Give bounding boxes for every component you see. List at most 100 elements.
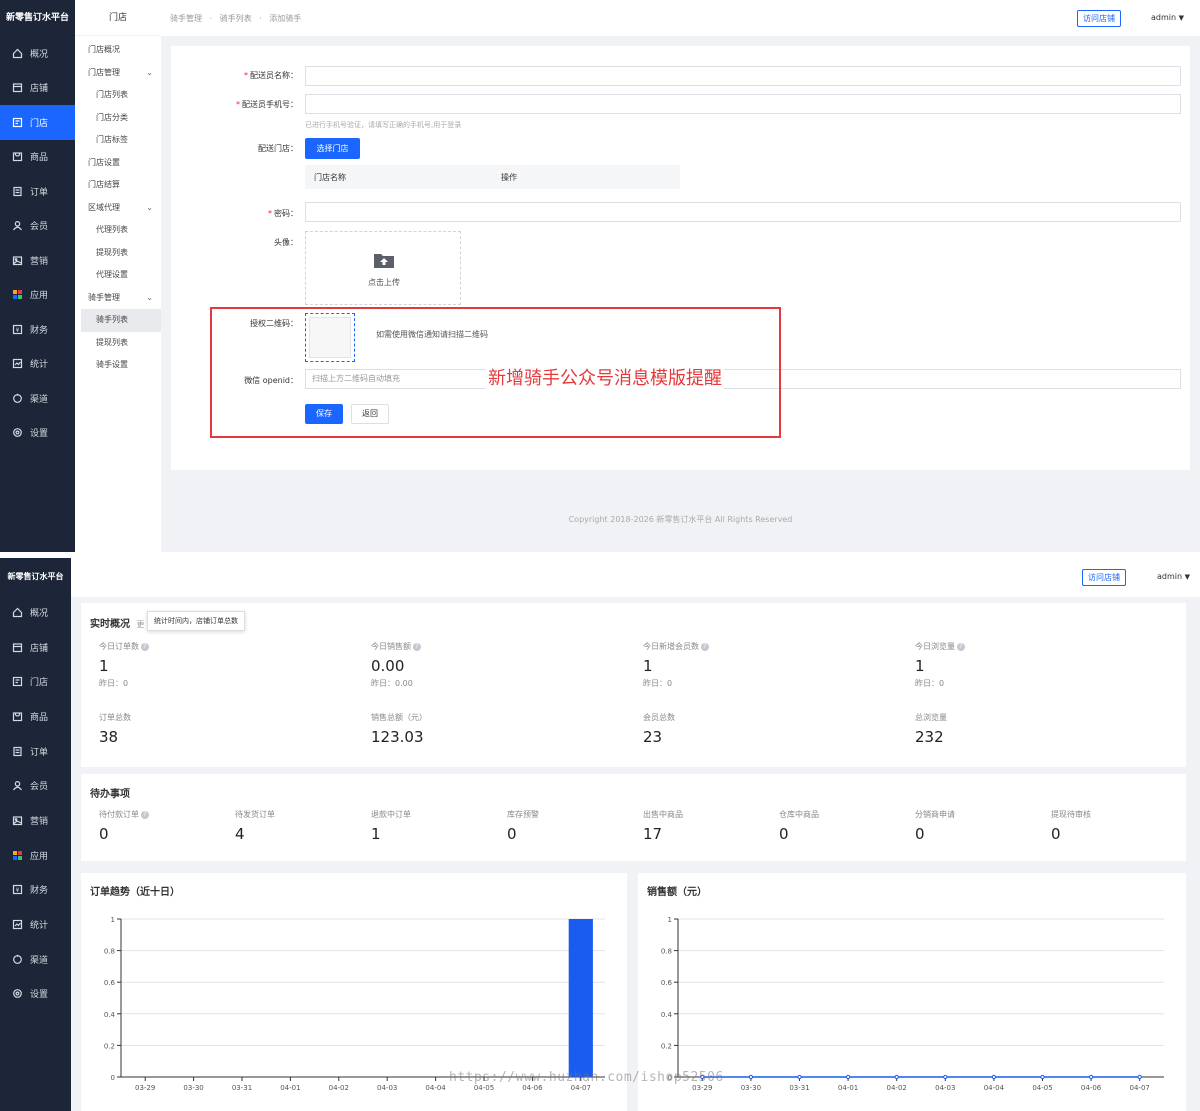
nav-item[interactable]: 渠道 <box>0 381 75 416</box>
settings-icon <box>12 427 23 438</box>
nav-item[interactable]: 门店 <box>0 664 71 699</box>
sub-nav-item[interactable]: 门店设置 <box>81 152 161 175</box>
nav-item[interactable]: 订单 <box>0 174 75 209</box>
help-icon[interactable]: ? <box>957 642 965 651</box>
stat-label: 订单总数 <box>99 713 131 722</box>
nav-item[interactable]: 设置 <box>0 977 71 1012</box>
todo-label-text: 待发货订单 <box>235 810 275 819</box>
admin-menu[interactable]: admin ▼ <box>1151 13 1184 22</box>
rider-name-input[interactable] <box>305 66 1181 86</box>
help-icon[interactable]: ? <box>141 642 149 651</box>
sub-nav-item[interactable]: 区域代理 ⌄ <box>81 197 161 220</box>
sub-nav-item[interactable]: 骑手列表 <box>81 309 161 332</box>
required-mark: * <box>236 100 240 109</box>
nav-item[interactable]: 概况 <box>0 595 71 630</box>
nav-item[interactable]: 渠道 <box>0 942 71 977</box>
x-tick-label: 03-31 <box>789 1084 809 1092</box>
visit-store-button[interactable]: 访问店铺 <box>1077 10 1121 27</box>
required-mark: * <box>244 71 248 80</box>
nav-item[interactable]: 店铺 <box>0 71 75 106</box>
nav-item[interactable]: 商品 <box>0 699 71 734</box>
nav-item[interactable]: 营销 <box>0 803 71 838</box>
nav-item[interactable]: 订单 <box>0 734 71 769</box>
nav-item[interactable]: 商品 <box>0 140 75 175</box>
sub-nav-item-label: 提现列表 <box>96 337 128 347</box>
nav-item-label: 店铺 <box>30 84 49 95</box>
select-store-button[interactable]: 选择门店 <box>305 138 360 159</box>
store-table-header: 门店名称 操作 <box>305 165 680 189</box>
sub-nav-item[interactable]: 门店概况 <box>81 39 161 62</box>
breadcrumb-item[interactable]: 骑手管理 <box>170 14 202 23</box>
todo-item[interactable]: 退款中订单 1 <box>371 809 411 843</box>
channel-icon <box>12 393 23 404</box>
sub-nav-item[interactable]: 提现列表 <box>81 332 161 355</box>
goods-icon <box>12 151 23 162</box>
breadcrumb-item[interactable]: 骑手列表 <box>220 14 252 23</box>
x-tick-label: 03-29 <box>692 1084 712 1092</box>
sub-nav-item[interactable]: 门店列表 <box>81 84 161 107</box>
nav-item-label: 会员 <box>30 222 49 233</box>
sub-nav-item-label: 骑手设置 <box>96 360 128 369</box>
nav-item-label: 渠道 <box>30 394 49 405</box>
nav-item[interactable]: 会员 <box>0 768 71 803</box>
password-input[interactable] <box>305 202 1181 222</box>
admin-menu[interactable]: admin ▼ <box>1157 572 1190 581</box>
x-tick-label: 03-29 <box>135 1084 155 1092</box>
rider-phone-input[interactable] <box>305 94 1181 114</box>
sub-nav-item[interactable]: 骑手设置 <box>81 354 161 377</box>
todo-item[interactable]: 出售中商品 17 <box>643 809 683 843</box>
todo-item[interactable]: 仓库中商品 0 <box>779 809 819 843</box>
stat-value: 1 <box>915 657 925 675</box>
nav-item[interactable]: 设置 <box>0 416 75 451</box>
data-point <box>846 1074 851 1080</box>
help-icon[interactable]: ? <box>141 810 149 819</box>
y-tick-label: 0.6 <box>661 979 673 987</box>
todo-label-text: 提现待审核 <box>1051 810 1091 819</box>
dashboard-header: 访问店铺 admin ▼ <box>0 558 1200 597</box>
stat-today: 今日订单数? 1 昨日：0 <box>99 641 149 689</box>
nav-item[interactable]: 统计 <box>0 347 75 382</box>
sub-nav-item[interactable]: 门店分类 <box>81 107 161 130</box>
nav-item[interactable]: 应用 <box>0 278 75 313</box>
nav-item[interactable]: 营销 <box>0 243 75 278</box>
top-header: 骑手管理 · 骑手列表 · 添加骑手 访问店铺 admin ▼ <box>161 0 1200 36</box>
sub-nav-item[interactable]: 骑手管理 ⌄ <box>81 287 161 310</box>
todo-label: 仓库中商品 <box>779 809 819 820</box>
todo-item[interactable]: 分销商申请 0 <box>915 809 955 843</box>
nav-item-label: 应用 <box>30 291 49 302</box>
main-sidebar: 新零售订水平台 概况 店铺 门店 商品 订单 会员 营销 应用 ¥ 财务 统计 渠道 设置 <box>0 0 75 552</box>
nav-item[interactable]: 门店 <box>0 105 75 140</box>
nav-item[interactable]: 应用 <box>0 838 71 873</box>
svg-text:¥: ¥ <box>16 327 20 334</box>
todo-item[interactable]: 提现待审核 0 <box>1051 809 1091 843</box>
todo-label-text: 退款中订单 <box>371 810 411 819</box>
nav-item[interactable]: ¥ 财务 <box>0 873 71 908</box>
sub-nav-item[interactable]: 代理设置 <box>81 264 161 287</box>
visit-store-button[interactable]: 访问店铺 <box>1082 569 1126 586</box>
sub-nav-item[interactable]: 代理列表 <box>81 219 161 242</box>
order-trend-title: 订单趋势（近十日） <box>90 887 180 898</box>
settings-icon <box>12 988 23 999</box>
rider-phone-label: * 配送员手机号： <box>173 99 298 110</box>
sub-nav-item[interactable]: 门店标签 <box>81 129 161 152</box>
avatar-upload[interactable]: 点击上传 <box>305 231 461 305</box>
help-icon[interactable]: ? <box>413 642 421 651</box>
help-icon[interactable]: ? <box>701 642 709 651</box>
todo-item[interactable]: 待发货订单 4 <box>235 809 275 843</box>
copyright: Copyright 2018-2026 新零售订水平台 All Rights R… <box>568 515 793 524</box>
nav-item[interactable]: ¥ 财务 <box>0 312 75 347</box>
nav-item[interactable]: 概况 <box>0 36 75 71</box>
todo-value: 0 <box>915 825 925 843</box>
todo-item[interactable]: 库存预警 0 <box>507 809 539 843</box>
sub-nav-item[interactable]: 门店管理 ⌄ <box>81 62 161 85</box>
goods-icon <box>12 711 23 722</box>
nav-item[interactable]: 店铺 <box>0 630 71 665</box>
sub-nav-item[interactable]: 门店结算 <box>81 174 161 197</box>
todo-label-text: 待付款订单 <box>99 810 139 819</box>
todo-item[interactable]: 待付款订单? 0 <box>99 809 149 843</box>
apps-icon <box>12 289 23 300</box>
sub-nav-item[interactable]: 提现列表 <box>81 242 161 265</box>
nav-item[interactable]: 统计 <box>0 907 71 942</box>
nav-item[interactable]: 会员 <box>0 209 75 244</box>
main-nav: 概况 店铺 门店 商品 订单 会员 营销 应用 ¥ 财务 统计 渠道 设置 <box>0 595 71 1011</box>
